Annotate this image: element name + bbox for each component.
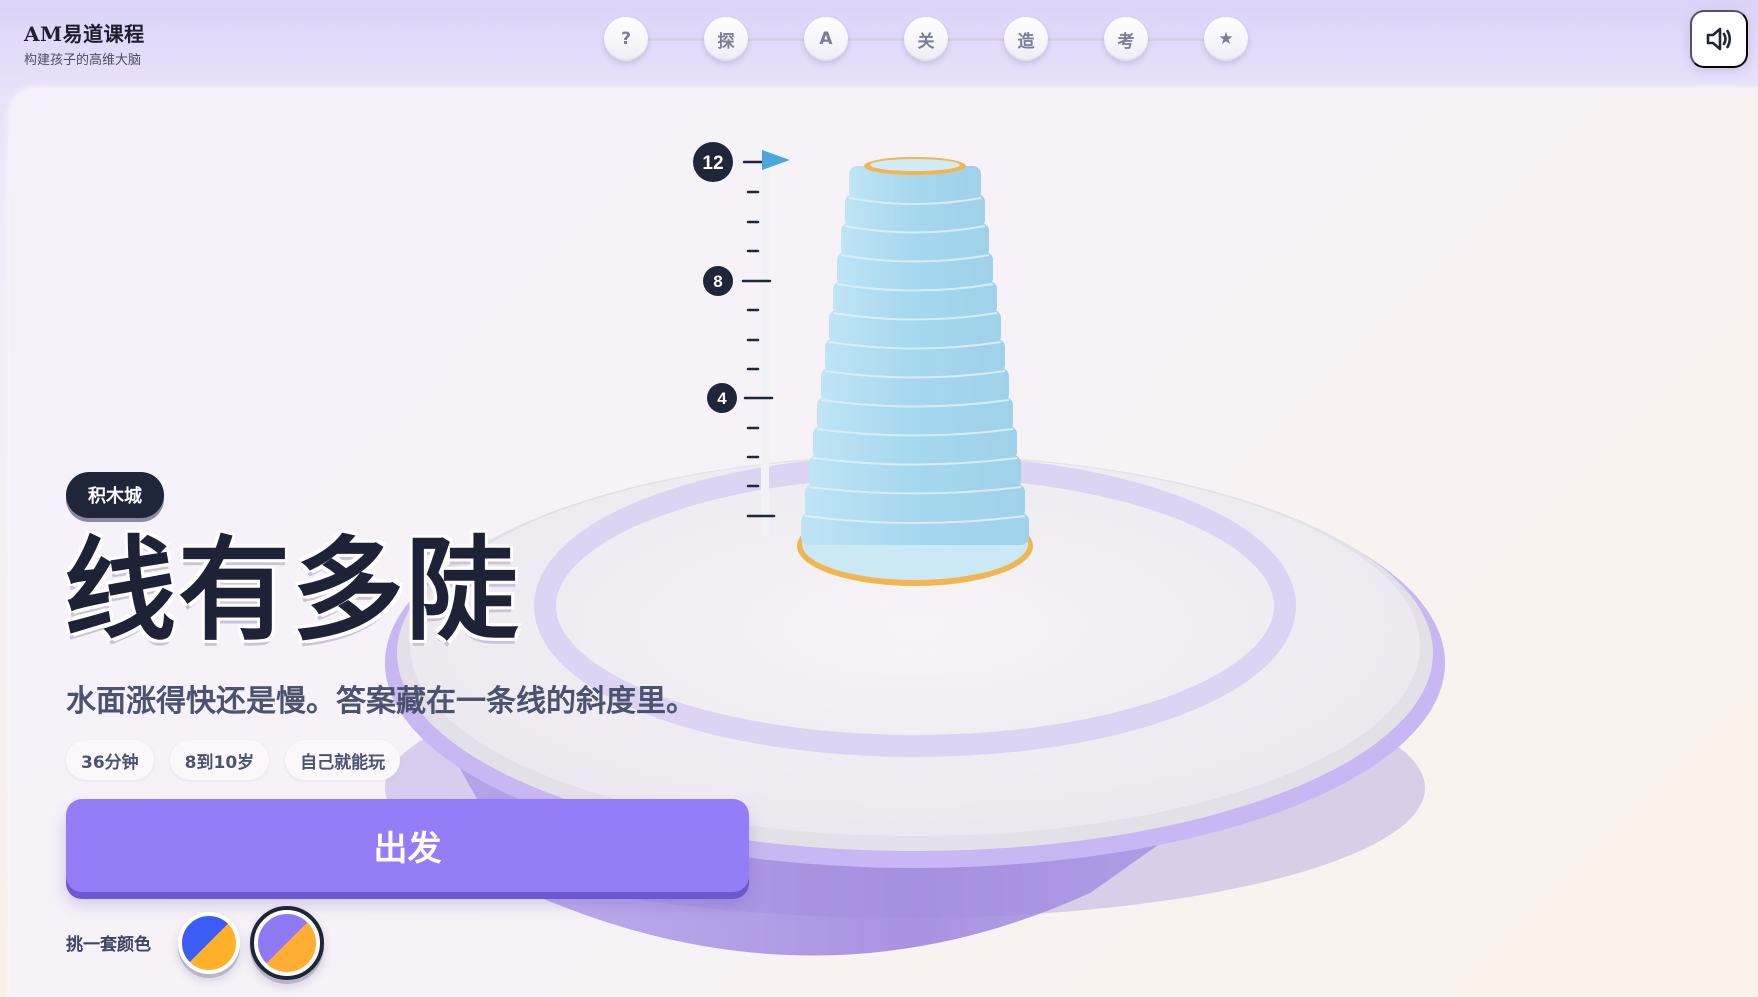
- lesson-title: 线有多陡: [64, 526, 520, 656]
- step-a[interactable]: A: [804, 17, 848, 61]
- info-chips: 36分钟 8到10岁 自己就能玩: [66, 740, 401, 780]
- palette-label: 挑一套颜色: [66, 935, 151, 955]
- ruler-label-12: 12: [702, 153, 723, 174]
- ruler-label-8: 8: [713, 272, 722, 291]
- brand-subtitle: 构建孩子的高维大脑: [24, 53, 142, 68]
- cylinder-tower: [797, 157, 1033, 586]
- step-explore[interactable]: 探: [704, 17, 748, 61]
- palette-option-purple-orange-fill: [258, 914, 316, 972]
- age-chip: 8到10岁: [169, 740, 270, 780]
- flag-icon: [762, 150, 790, 170]
- start-button[interactable]: 出发: [66, 799, 749, 892]
- step-build[interactable]: 造: [1004, 17, 1048, 61]
- palette-option-blue-orange[interactable]: [178, 912, 240, 974]
- brand: AM易道课程 构建孩子的高维大脑: [24, 18, 145, 68]
- progress-steps: ? 探 A 关 造 考 ★: [604, 17, 1248, 61]
- step-test[interactable]: 考: [1104, 17, 1148, 61]
- sound-button[interactable]: [1690, 10, 1748, 68]
- palette-option-purple-orange[interactable]: [250, 906, 324, 980]
- category-tag: 积木城: [66, 472, 164, 518]
- ruler-label-4: 4: [717, 389, 727, 408]
- speaker-icon: [1706, 27, 1732, 51]
- duration-chip: 36分钟: [66, 740, 154, 780]
- step-level[interactable]: 关: [904, 17, 948, 61]
- step-star[interactable]: ★: [1204, 17, 1248, 61]
- solo-play-chip: 自己就能玩: [285, 740, 401, 780]
- step-question[interactable]: ?: [604, 17, 648, 61]
- brand-title: AM易道课程: [24, 22, 145, 46]
- lesson-subtitle: 水面涨得快还是慢。答案藏在一条线的斜度里。: [66, 684, 696, 719]
